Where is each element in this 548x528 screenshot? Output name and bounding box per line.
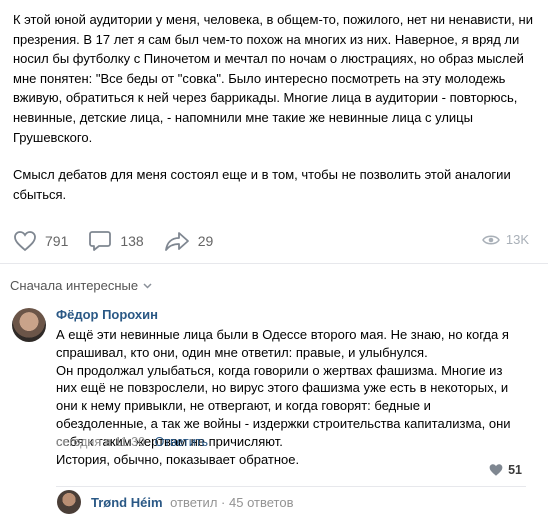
views-count: 13K [505, 232, 529, 247]
views-counter: 13K [481, 232, 529, 247]
post-paragraph: Смысл дебатов для меня состоял еще и в т… [13, 167, 511, 202]
like-button[interactable]: 791 [13, 230, 68, 252]
comment-line: А ещё эти невинные лица были в Одессе вт… [56, 327, 509, 342]
reply-author[interactable]: Trønd Héim [91, 495, 163, 510]
separator: · [221, 495, 226, 510]
shares-count: 29 [197, 233, 214, 249]
reply-action: ответил [170, 495, 218, 510]
heart-icon [489, 464, 503, 476]
avatar[interactable] [57, 490, 81, 514]
post-actions: 791 138 29 13K [13, 229, 529, 253]
comment-button[interactable]: 138 [88, 230, 144, 252]
avatar[interactable] [12, 308, 46, 342]
post-body: К этой юной аудитории у меня, человека, … [13, 10, 533, 204]
eye-icon [481, 235, 500, 244]
heart-icon [14, 231, 36, 252]
reply-button[interactable]: Ответить [155, 435, 208, 449]
chevron-down-icon [143, 282, 152, 289]
reply-count: 45 ответов [229, 495, 294, 510]
reply-thread-link[interactable]: Trønd Héim ответил · 45 ответов [91, 495, 293, 510]
share-icon [164, 232, 189, 251]
comment-meta: сегодня в 11:30 Ответить [56, 435, 208, 449]
comments-count: 138 [120, 233, 144, 249]
sort-label: Сначала интересные [10, 278, 139, 293]
comment-line: обездоленные, а так же войны - издержки … [56, 415, 511, 431]
comment-line: Он продолжал улыбаться, когда говорили о… [56, 362, 503, 378]
comment-line: они к нему привыкли, не отвергают, и ког… [56, 398, 431, 414]
comment-line: них ещё не повзрослели, но вирус этого ф… [56, 380, 509, 396]
share-button[interactable]: 29 [164, 230, 214, 252]
comment-line: спрашивал, кто они, один мне ответил: пр… [56, 344, 428, 360]
divider [0, 263, 548, 264]
comment-like-button[interactable]: 51 [488, 463, 522, 477]
comment-likes-count: 51 [508, 463, 522, 477]
comment-time[interactable]: сегодня в 11:30 [56, 435, 145, 449]
comment-icon [89, 231, 112, 251]
comment-line: История, обычно, показывает обратное. [56, 451, 300, 467]
post-paragraph: К этой юной аудитории у меня, человека, … [13, 12, 533, 145]
comments-sort-dropdown[interactable]: Сначала интересные [10, 278, 152, 293]
divider [56, 486, 526, 487]
comment-author[interactable]: Фёдор Порохин [56, 307, 158, 322]
likes-count: 791 [45, 233, 69, 249]
